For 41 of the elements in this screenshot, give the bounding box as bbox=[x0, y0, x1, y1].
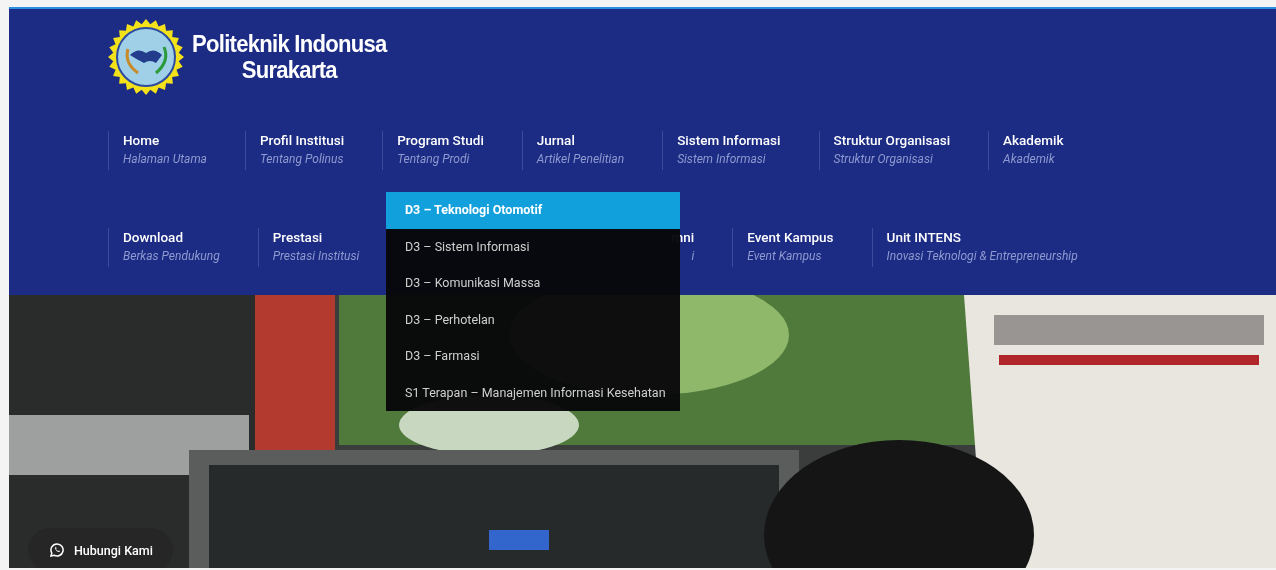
nav-subtitle: Berkas Pendukung bbox=[123, 249, 220, 263]
nav-title: Profil Institusi bbox=[259, 132, 345, 148]
dropdown-item[interactable]: S1 Terapan – Manajemen Informasi Kesehatan bbox=[386, 374, 680, 411]
nav-title: Download bbox=[123, 229, 184, 245]
nav-subtitle: Halaman Utama bbox=[123, 152, 207, 166]
whatsapp-icon bbox=[50, 543, 64, 557]
nav-link[interactable]: Jurnal Artikel Penelitian bbox=[521, 131, 663, 170]
nav-subtitle: Prestasi Institusi bbox=[272, 249, 360, 263]
nav-link[interactable]: Struktur Organisasi Struktur Organisasi bbox=[818, 131, 989, 170]
nav-title: Home bbox=[123, 132, 161, 148]
nav-subtitle: Tentang Prodi bbox=[397, 152, 471, 166]
brand-name: Politeknik Indonusa bbox=[192, 31, 387, 57]
dropdown-item[interactable]: D3 – Perhotelan bbox=[386, 301, 680, 338]
nav-title: Unit INTENS bbox=[886, 229, 962, 245]
nav-subtitle: Event Kampus bbox=[747, 249, 823, 263]
nav-subtitle: Akademik bbox=[1003, 152, 1056, 166]
nav-title: Jurnal bbox=[536, 132, 576, 148]
nav-link[interactable]: Akademik Akademik bbox=[988, 131, 1102, 170]
brand-name: Surakarta bbox=[241, 57, 337, 83]
nav-link[interactable]: Sistem Informasi Sistem Informasi bbox=[662, 131, 819, 170]
nav-subtitle: Artikel Penelitian bbox=[536, 152, 625, 166]
contact-button[interactable]: Hubungi Kami bbox=[28, 528, 173, 568]
nav-subtitle: i bbox=[691, 249, 695, 263]
nav-link[interactable]: Event Kampus Event Kampus bbox=[732, 228, 872, 267]
nav-subtitle: Inovasi Teknologi & Entrepreneurship bbox=[886, 249, 1078, 263]
nav-subtitle: Struktur Organisasi bbox=[833, 152, 934, 166]
dropdown-item[interactable]: D3 – Komunikasi Massa bbox=[386, 265, 680, 302]
nav-title: Program Studi bbox=[397, 132, 484, 148]
nav-link[interactable]: Program Studi Tentang Prodi bbox=[382, 131, 522, 170]
nav-title: Struktur Organisasi bbox=[833, 132, 951, 148]
nav-title: Sistem Informasi bbox=[677, 132, 781, 148]
nav-title: Event Kampus bbox=[747, 229, 834, 245]
dropdown-item[interactable]: D3 – Farmasi bbox=[386, 338, 680, 375]
nav-subtitle: Sistem Informasi bbox=[677, 152, 767, 166]
nav-title: Prestasi bbox=[272, 229, 324, 245]
nav-link[interactable]: Unit INTENS Inovasi Teknologi & Entrepreneurship bbox=[871, 228, 1116, 267]
nav-subtitle: Tentang Polinus bbox=[259, 152, 345, 166]
nav-link[interactable]: Home Halaman Utama bbox=[108, 131, 245, 170]
nav-link[interactable]: Download Berkas Pendukung bbox=[108, 228, 258, 267]
nav-title: Akademik bbox=[1003, 132, 1064, 148]
nav-link[interactable]: Profil Institusi Tentang Polinus bbox=[244, 131, 383, 170]
